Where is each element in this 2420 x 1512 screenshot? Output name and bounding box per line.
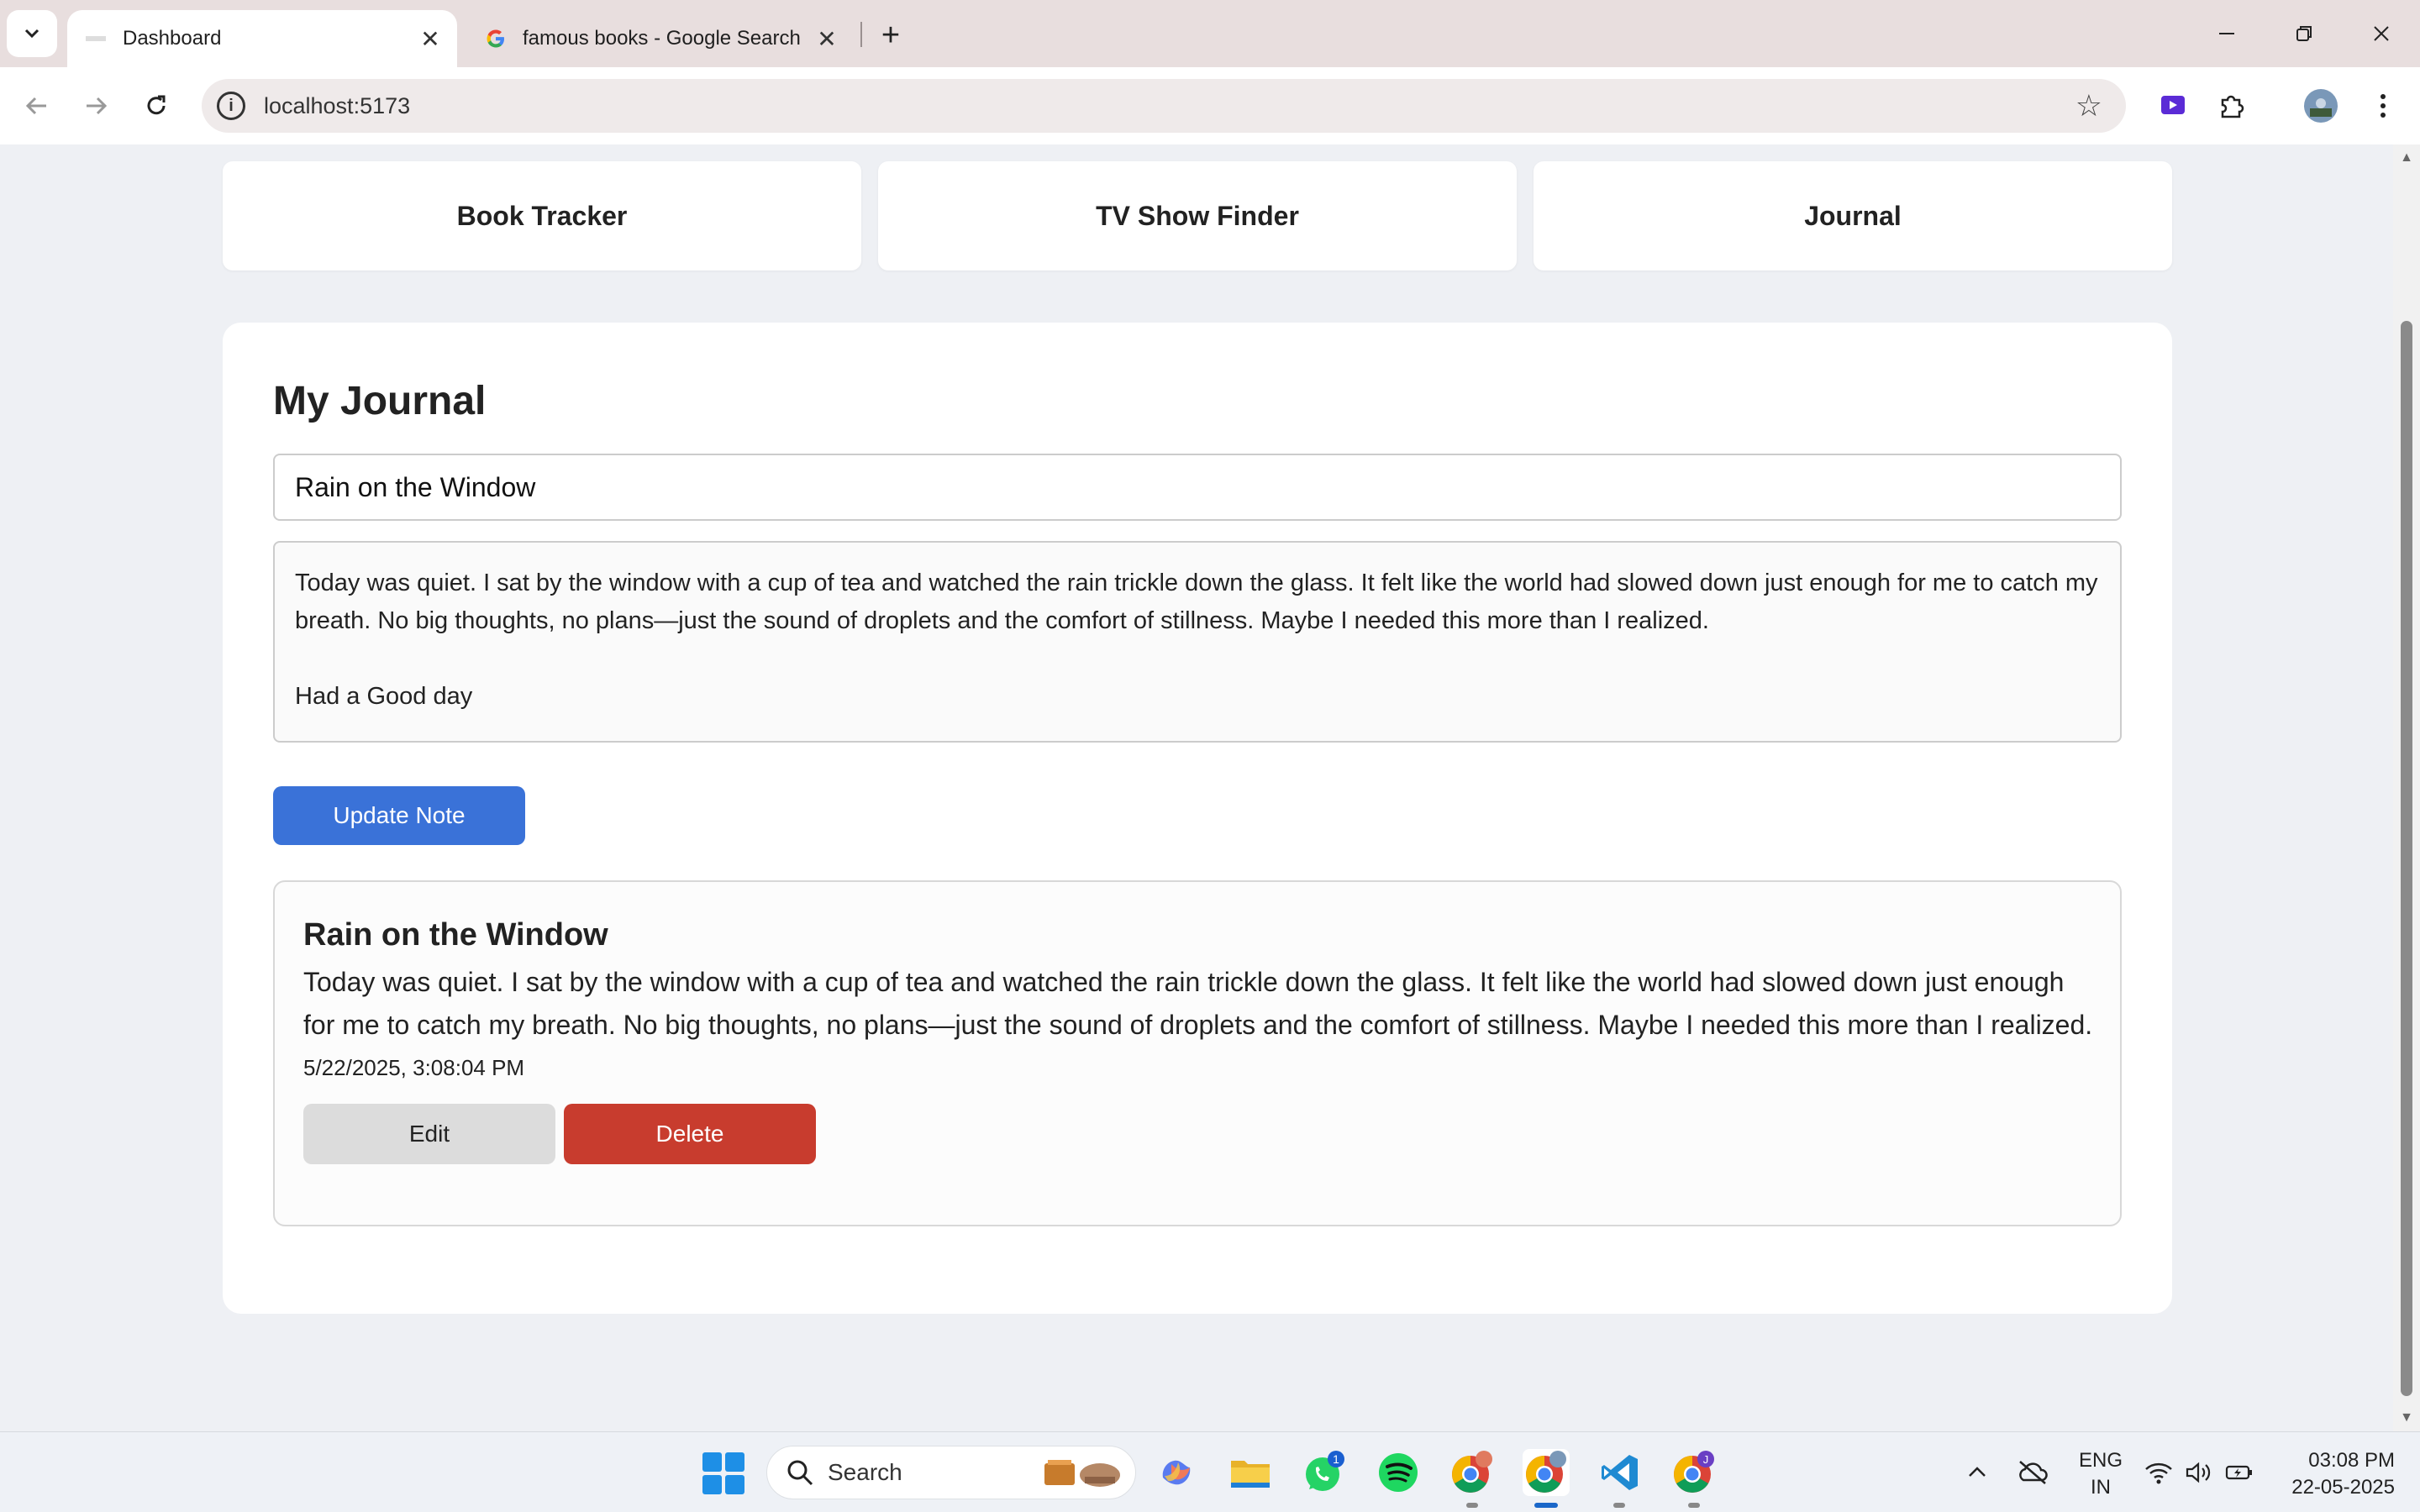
close-window-button[interactable]	[2356, 12, 2407, 55]
chrome-profile-1-icon[interactable]	[1449, 1449, 1496, 1496]
minimize-button[interactable]	[2202, 12, 2252, 55]
show-hidden-icons-button[interactable]	[1966, 1432, 1988, 1512]
journal-entry-card: Rain on the Window Today was quiet. I sa…	[273, 880, 2122, 1226]
search-icon	[787, 1460, 813, 1486]
page-viewport: Book Tracker TV Show Finder Journal My J…	[0, 144, 2393, 1431]
scroll-up-icon[interactable]: ▲	[2398, 150, 2415, 166]
google-icon	[484, 27, 508, 50]
tab-google-search[interactable]: famous books - Google Search ✕	[467, 10, 854, 67]
active-indicator	[1534, 1503, 1558, 1508]
language-indicator[interactable]: ENG IN	[2075, 1447, 2126, 1501]
nav-card-label: Journal	[1804, 200, 1902, 231]
journal-panel: My Journal Today was quiet. I sat by the…	[223, 323, 2172, 1314]
nav-card-tv-show-finder[interactable]: TV Show Finder	[878, 161, 1517, 270]
volume-icon[interactable]	[2185, 1432, 2212, 1512]
spotify-icon[interactable]	[1375, 1449, 1422, 1496]
arrow-left-icon	[25, 97, 46, 115]
delete-button[interactable]: Delete	[564, 1104, 816, 1164]
file-explorer-icon[interactable]	[1227, 1449, 1274, 1496]
clock-date: 22-05-2025	[2291, 1476, 2395, 1499]
tab-title: famous books - Google Search	[523, 27, 801, 50]
page-favicon-icon	[84, 27, 108, 50]
language-code: ENG	[2078, 1449, 2123, 1472]
bookmark-star-icon[interactable]: ☆	[2075, 89, 2102, 123]
profile-avatar[interactable]	[2299, 84, 2343, 128]
taskbar-search[interactable]: Search	[766, 1446, 1136, 1499]
tab-separator	[860, 22, 862, 47]
system-clock[interactable]: 03:08 PM 22-05-2025	[2269, 1447, 2412, 1501]
reload-icon	[147, 95, 166, 115]
vscode-icon[interactable]	[1597, 1449, 1644, 1496]
journal-content-textarea[interactable]: Today was quiet. I sat by the window wit…	[273, 541, 2122, 743]
close-icon[interactable]: ✕	[810, 22, 844, 55]
scrollbar-thumb[interactable]	[2401, 321, 2412, 1396]
chrome-active-icon[interactable]	[1523, 1449, 1570, 1496]
running-indicator	[1613, 1503, 1625, 1508]
new-tab-button[interactable]: +	[871, 15, 911, 55]
clock-time: 03:08 PM	[2308, 1449, 2395, 1472]
chevron-down-icon	[24, 29, 39, 39]
back-button[interactable]	[15, 84, 59, 128]
minimize-icon	[2219, 33, 2234, 34]
journal-title-input[interactable]	[273, 454, 2122, 521]
page-title: My Journal	[273, 379, 487, 423]
battery-icon[interactable]	[2225, 1432, 2254, 1512]
page-scrollbar[interactable]: ▲ ▼	[2393, 144, 2420, 1431]
chrome-profile-j-icon[interactable]: J	[1670, 1449, 1718, 1496]
tab-dashboard[interactable]: Dashboard ✕	[67, 10, 457, 67]
tab-title: Dashboard	[123, 27, 222, 50]
reload-button[interactable]	[134, 84, 178, 128]
entry-timestamp: 5/22/2025, 3:08:04 PM	[303, 1055, 525, 1080]
scroll-down-icon[interactable]: ▼	[2398, 1410, 2415, 1426]
os-taskbar: Search 1 J ENG IN 03:08 PM 22-05-2025	[0, 1431, 2420, 1512]
entry-body: Today was quiet. I sat by the window wit…	[303, 967, 2093, 1040]
site-info-icon[interactable]: i	[217, 92, 245, 120]
nav-card-label: Book Tracker	[456, 200, 628, 231]
browser-tab-bar: Dashboard ✕ famous books - Google Search…	[0, 0, 2420, 67]
nav-card-journal[interactable]: Journal	[1534, 161, 2172, 270]
copilot-icon[interactable]	[1153, 1449, 1200, 1496]
onedrive-offline-icon[interactable]	[2017, 1432, 2049, 1512]
forward-button[interactable]	[74, 84, 118, 128]
update-note-button[interactable]: Update Note	[273, 786, 525, 845]
running-indicator	[1688, 1503, 1700, 1508]
chevron-up-icon	[1969, 1467, 1986, 1477]
restore-button[interactable]	[2279, 12, 2329, 55]
tab-search-button[interactable]	[7, 10, 57, 57]
chrome-profile-badge: J	[1703, 1453, 1709, 1466]
edit-button[interactable]: Edit	[303, 1104, 555, 1164]
whatsapp-badge: 1	[1333, 1452, 1339, 1466]
address-bar[interactable]: i localhost:5173 ☆	[202, 79, 2126, 133]
extension-video-icon[interactable]	[2151, 84, 2195, 128]
close-icon[interactable]: ✕	[413, 22, 447, 55]
wifi-icon[interactable]	[2144, 1432, 2173, 1512]
nav-card-book-tracker[interactable]: Book Tracker	[223, 161, 861, 270]
nav-card-label: TV Show Finder	[1096, 200, 1299, 231]
arrow-right-icon	[87, 97, 108, 115]
region-code: IN	[2091, 1476, 2111, 1499]
whatsapp-icon[interactable]: 1	[1301, 1449, 1348, 1496]
extensions-puzzle-icon[interactable]	[2210, 84, 2254, 128]
search-label: Search	[828, 1459, 902, 1485]
windows-start-icon[interactable]	[702, 1452, 744, 1494]
restore-icon	[2296, 26, 2312, 41]
more-menu-icon[interactable]	[2361, 84, 2405, 128]
close-icon	[2374, 26, 2389, 41]
entry-title: Rain on the Window	[303, 917, 608, 953]
running-indicator	[1466, 1503, 1478, 1508]
browser-toolbar: i localhost:5173 ☆	[0, 67, 2420, 144]
search-highlight-books-icon	[1044, 1460, 1120, 1487]
url-text: localhost:5173	[264, 92, 411, 118]
